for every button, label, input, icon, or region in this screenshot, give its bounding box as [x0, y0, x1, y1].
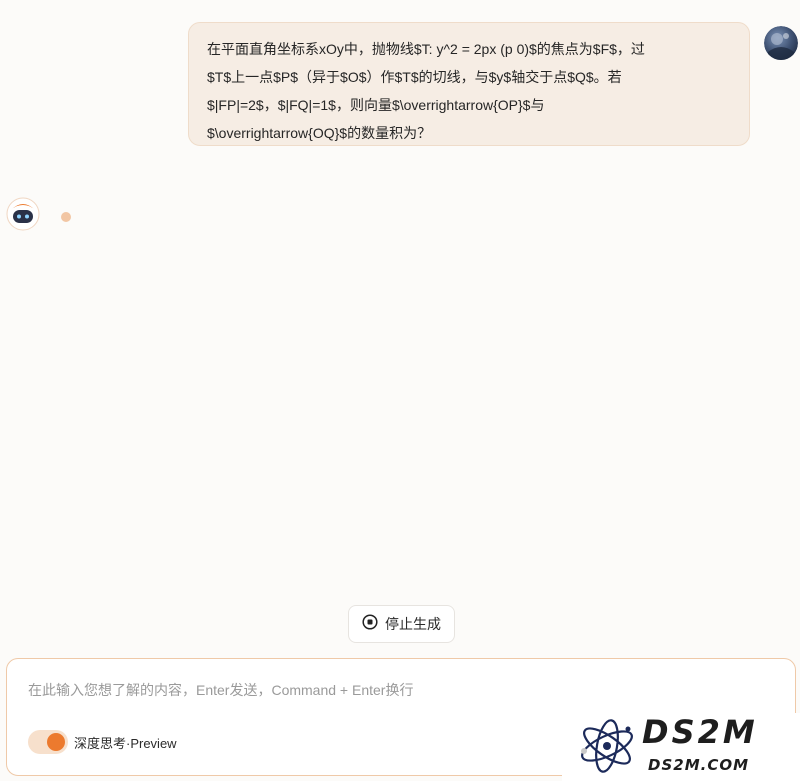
watermark-title: DS2M	[642, 713, 758, 751]
toggle-knob	[47, 733, 65, 751]
deep-think-label: 深度思考·Preview	[74, 735, 177, 751]
user-message-line: 在平面直角坐标系xOy中，抛物线$T: y^2 = 2px (p 0)$的焦点为…	[207, 41, 645, 57]
deep-think-toggle[interactable]: 深度思考·Preview	[28, 730, 177, 754]
message-input[interactable]	[28, 679, 548, 701]
user-avatar	[764, 26, 798, 60]
watermark-subtitle: DS2M.COM	[648, 756, 750, 774]
user-message-line: $\overrightarrow{OQ}$的数量积为？	[207, 125, 432, 141]
watermark: DS2M DS2M.COM	[562, 713, 800, 781]
user-message-bubble: 在平面直角坐标系xOy中，抛物线$T: y^2 = 2px (p 0)$的焦点为…	[188, 22, 750, 146]
atom-logo-icon	[576, 717, 638, 775]
stop-circle-icon	[362, 613, 378, 635]
user-message-line: $|FP|=2$，$|FQ|=1$，则向量$\overrightarrow{OP…	[207, 97, 545, 113]
assistant-avatar	[6, 197, 40, 231]
deep-think-switch[interactable]	[28, 730, 68, 754]
typing-dot-icon	[61, 212, 71, 222]
stop-generating-label: 停止生成	[385, 616, 441, 632]
stop-generating-button[interactable]: 停止生成	[348, 605, 455, 643]
user-message-line: $T$上一点$P$（异于$O$）作$T$的切线，与$y$轴交于点$Q$。若	[207, 69, 622, 85]
